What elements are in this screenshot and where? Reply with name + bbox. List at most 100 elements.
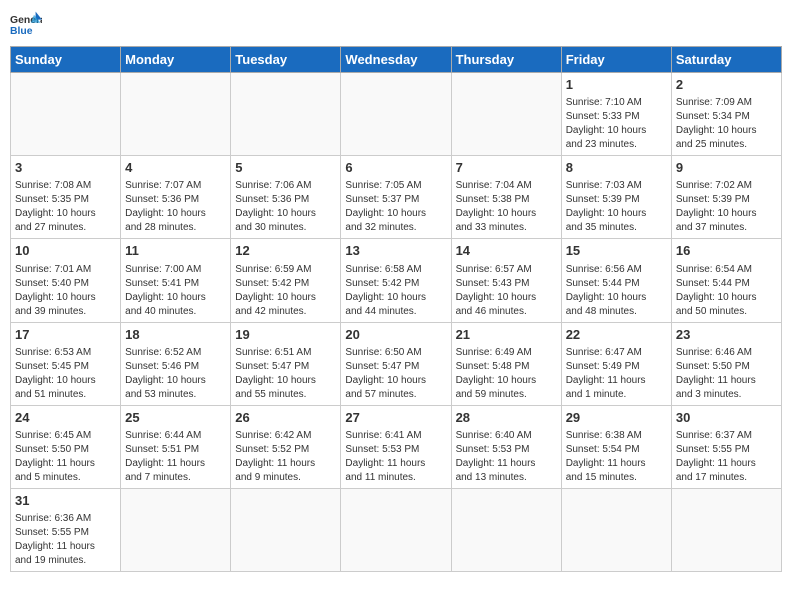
day-info: Sunrise: 6:53 AM Sunset: 5:45 PM Dayligh… [15, 346, 116, 402]
weekday-header-wednesday: Wednesday [341, 47, 451, 73]
day-number: 28 [456, 409, 557, 427]
calendar-week-row: 24Sunrise: 6:45 AM Sunset: 5:50 PM Dayli… [11, 405, 782, 488]
day-number: 21 [456, 326, 557, 344]
day-number: 2 [676, 76, 777, 94]
weekday-header-row: SundayMondayTuesdayWednesdayThursdayFrid… [11, 47, 782, 73]
day-number: 25 [125, 409, 226, 427]
calendar-day-cell: 11Sunrise: 7:00 AM Sunset: 5:41 PM Dayli… [121, 239, 231, 322]
day-info: Sunrise: 6:56 AM Sunset: 5:44 PM Dayligh… [566, 263, 667, 319]
day-info: Sunrise: 7:03 AM Sunset: 5:39 PM Dayligh… [566, 179, 667, 235]
day-info: Sunrise: 6:45 AM Sunset: 5:50 PM Dayligh… [15, 429, 116, 485]
day-number: 10 [15, 242, 116, 260]
day-number: 6 [345, 159, 446, 177]
day-info: Sunrise: 6:58 AM Sunset: 5:42 PM Dayligh… [345, 263, 446, 319]
day-number: 29 [566, 409, 667, 427]
day-info: Sunrise: 7:09 AM Sunset: 5:34 PM Dayligh… [676, 96, 777, 152]
day-info: Sunrise: 6:51 AM Sunset: 5:47 PM Dayligh… [235, 346, 336, 402]
calendar-day-cell [121, 73, 231, 156]
day-number: 4 [125, 159, 226, 177]
calendar-day-cell: 17 Sunrise: 6:53 AM Sunset: 5:45 PM Dayli… [11, 322, 121, 405]
day-info: Sunrise: 7:07 AM Sunset: 5:36 PM Dayligh… [125, 179, 226, 235]
day-number: 15 [566, 242, 667, 260]
calendar-day-cell: 25 Sunrise: 6:44 AM Sunset: 5:51 PM Dayli… [121, 405, 231, 488]
calendar-day-cell: 7Sunrise: 7:04 AM Sunset: 5:38 PM Daylig… [451, 156, 561, 239]
calendar-day-cell: 1 Sunrise: 7:10 AM Sunset: 5:33 PM Daylig… [561, 73, 671, 156]
day-info: Sunrise: 7:10 AM Sunset: 5:33 PM Dayligh… [566, 96, 667, 152]
day-number: 17 [15, 326, 116, 344]
day-info: Sunrise: 6:59 AM Sunset: 5:42 PM Dayligh… [235, 263, 336, 319]
calendar-day-cell [451, 488, 561, 571]
day-info: Sunrise: 6:52 AM Sunset: 5:46 PM Dayligh… [125, 346, 226, 402]
calendar-day-cell [231, 488, 341, 571]
day-info: Sunrise: 6:49 AM Sunset: 5:48 PM Dayligh… [456, 346, 557, 402]
calendar-day-cell [561, 488, 671, 571]
day-info: Sunrise: 7:05 AM Sunset: 5:37 PM Dayligh… [345, 179, 446, 235]
day-info: Sunrise: 6:37 AM Sunset: 5:55 PM Dayligh… [676, 429, 777, 485]
weekday-header-sunday: Sunday [11, 47, 121, 73]
calendar-day-cell: 4 Sunrise: 7:07 AM Sunset: 5:36 PM Daylig… [121, 156, 231, 239]
day-number: 8 [566, 159, 667, 177]
day-number: 20 [345, 326, 446, 344]
day-number: 27 [345, 409, 446, 427]
logo: General Blue [10, 10, 42, 38]
calendar-day-cell [451, 73, 561, 156]
calendar-day-cell: 2 Sunrise: 7:09 AM Sunset: 5:34 PM Daylig… [671, 73, 781, 156]
calendar-week-row: 3 Sunrise: 7:08 AM Sunset: 5:35 PM Daylig… [11, 156, 782, 239]
weekday-header-monday: Monday [121, 47, 231, 73]
day-info: Sunrise: 6:40 AM Sunset: 5:53 PM Dayligh… [456, 429, 557, 485]
calendar-day-cell: 13 Sunrise: 6:58 AM Sunset: 5:42 PM Dayli… [341, 239, 451, 322]
day-number: 19 [235, 326, 336, 344]
calendar-week-row: 1 Sunrise: 7:10 AM Sunset: 5:33 PM Daylig… [11, 73, 782, 156]
day-info: Sunrise: 7:01 AM Sunset: 5:40 PM Dayligh… [15, 263, 116, 319]
calendar-week-row: 10 Sunrise: 7:01 AM Sunset: 5:40 PM Dayli… [11, 239, 782, 322]
day-info: Sunrise: 6:44 AM Sunset: 5:51 PM Dayligh… [125, 429, 226, 485]
calendar-day-cell: 9 Sunrise: 7:02 AM Sunset: 5:39 PM Daylig… [671, 156, 781, 239]
calendar-day-cell [231, 73, 341, 156]
day-number: 23 [676, 326, 777, 344]
calendar-day-cell [11, 73, 121, 156]
calendar-day-cell: 12 Sunrise: 6:59 AM Sunset: 5:42 PM Dayli… [231, 239, 341, 322]
weekday-header-tuesday: Tuesday [231, 47, 341, 73]
logo-icon: General Blue [10, 10, 42, 38]
day-number: 3 [15, 159, 116, 177]
day-number: 18 [125, 326, 226, 344]
day-info: Sunrise: 7:00 AM Sunset: 5:41 PM Dayligh… [125, 263, 226, 319]
day-number: 30 [676, 409, 777, 427]
day-info: Sunrise: 6:41 AM Sunset: 5:53 PM Dayligh… [345, 429, 446, 485]
day-number: 9 [676, 159, 777, 177]
day-info: Sunrise: 6:36 AM Sunset: 5:55 PM Dayligh… [15, 512, 116, 568]
calendar-day-cell [671, 488, 781, 571]
day-number: 14 [456, 242, 557, 260]
calendar-day-cell: 30 Sunrise: 6:37 AM Sunset: 5:55 PM Dayli… [671, 405, 781, 488]
calendar-day-cell: 24Sunrise: 6:45 AM Sunset: 5:50 PM Dayli… [11, 405, 121, 488]
calendar-day-cell: 10 Sunrise: 7:01 AM Sunset: 5:40 PM Dayli… [11, 239, 121, 322]
weekday-header-saturday: Saturday [671, 47, 781, 73]
day-number: 12 [235, 242, 336, 260]
calendar-week-row: 17 Sunrise: 6:53 AM Sunset: 5:45 PM Dayli… [11, 322, 782, 405]
day-number: 5 [235, 159, 336, 177]
calendar-day-cell: 26Sunrise: 6:42 AM Sunset: 5:52 PM Dayli… [231, 405, 341, 488]
day-info: Sunrise: 7:06 AM Sunset: 5:36 PM Dayligh… [235, 179, 336, 235]
svg-text:Blue: Blue [10, 26, 33, 37]
calendar-day-cell [341, 73, 451, 156]
day-info: Sunrise: 7:02 AM Sunset: 5:39 PM Dayligh… [676, 179, 777, 235]
calendar-day-cell: 8 Sunrise: 7:03 AM Sunset: 5:39 PM Daylig… [561, 156, 671, 239]
day-info: Sunrise: 6:50 AM Sunset: 5:47 PM Dayligh… [345, 346, 446, 402]
day-number: 1 [566, 76, 667, 94]
day-info: Sunrise: 6:38 AM Sunset: 5:54 PM Dayligh… [566, 429, 667, 485]
calendar-table: SundayMondayTuesdayWednesdayThursdayFrid… [10, 46, 782, 572]
day-number: 31 [15, 492, 116, 510]
calendar-day-cell: 31 Sunrise: 6:36 AM Sunset: 5:55 PM Dayli… [11, 488, 121, 571]
day-info: Sunrise: 6:54 AM Sunset: 5:44 PM Dayligh… [676, 263, 777, 319]
calendar-day-cell: 23Sunrise: 6:46 AM Sunset: 5:50 PM Dayli… [671, 322, 781, 405]
day-number: 13 [345, 242, 446, 260]
day-info: Sunrise: 7:08 AM Sunset: 5:35 PM Dayligh… [15, 179, 116, 235]
calendar-day-cell: 3 Sunrise: 7:08 AM Sunset: 5:35 PM Daylig… [11, 156, 121, 239]
calendar-day-cell: 16Sunrise: 6:54 AM Sunset: 5:44 PM Dayli… [671, 239, 781, 322]
weekday-header-thursday: Thursday [451, 47, 561, 73]
day-number: 7 [456, 159, 557, 177]
calendar-day-cell [341, 488, 451, 571]
calendar-day-cell: 6 Sunrise: 7:05 AM Sunset: 5:37 PM Daylig… [341, 156, 451, 239]
day-info: Sunrise: 6:42 AM Sunset: 5:52 PM Dayligh… [235, 429, 336, 485]
calendar-day-cell: 27 Sunrise: 6:41 AM Sunset: 5:53 PM Dayli… [341, 405, 451, 488]
